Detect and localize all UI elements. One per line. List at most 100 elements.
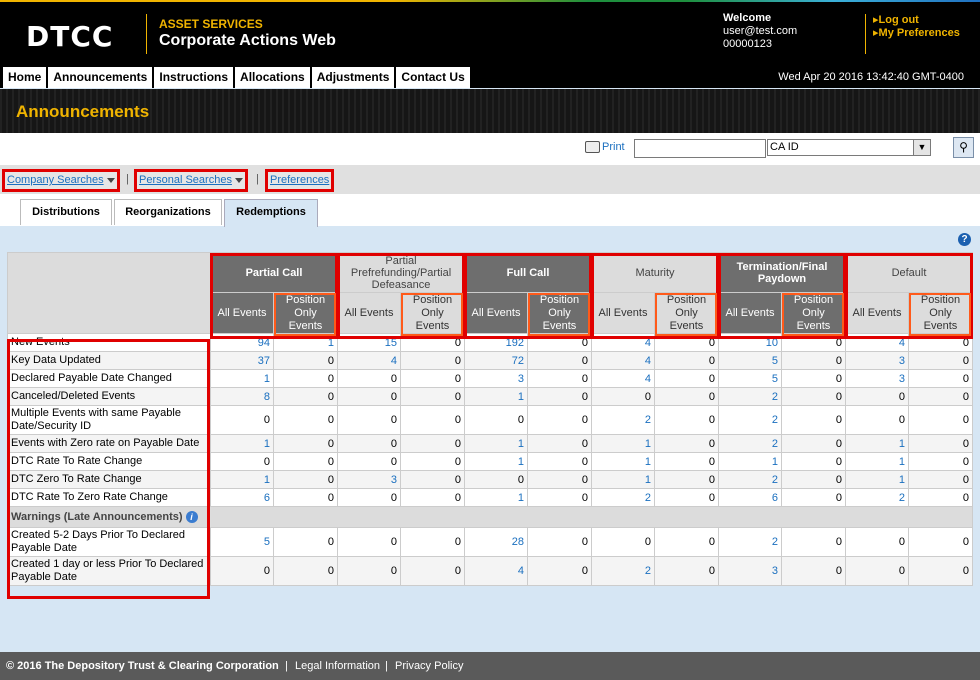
count-cell: 0 xyxy=(781,434,846,453)
count-link[interactable]: 2 xyxy=(845,488,909,507)
table-row: DTC Rate To Rate Change 0 0 0 0 1 0 1 0 1 0 1 0 xyxy=(7,452,973,471)
count-cell: 0 xyxy=(781,333,846,352)
count-cell: 0 xyxy=(908,488,973,507)
count-link[interactable]: 2 xyxy=(718,405,782,435)
user-links: Log out My Preferences xyxy=(873,14,960,40)
count-link[interactable]: 5 xyxy=(718,351,782,370)
count-link[interactable]: 2 xyxy=(718,387,782,406)
count-link[interactable]: 15 xyxy=(337,333,401,352)
group-header: Partial Prefrefunding/Partial Defeasance xyxy=(337,252,465,293)
count-link[interactable]: 6 xyxy=(210,488,274,507)
count-link[interactable]: 3 xyxy=(464,369,528,388)
count-link[interactable]: 1 xyxy=(464,452,528,471)
count-link[interactable]: 1 xyxy=(718,452,782,471)
count-link[interactable]: 1 xyxy=(273,333,338,352)
count-link[interactable]: 4 xyxy=(591,369,655,388)
count-link[interactable]: 4 xyxy=(845,333,909,352)
count-link[interactable]: 1 xyxy=(591,452,655,471)
count-cell: 0 xyxy=(781,527,846,557)
count-link[interactable]: 4 xyxy=(591,351,655,370)
count-link[interactable]: 1 xyxy=(464,434,528,453)
count-link[interactable]: 3 xyxy=(845,351,909,370)
count-cell: 0 xyxy=(845,556,909,586)
count-cell: 0 xyxy=(527,470,592,489)
count-link[interactable]: 3 xyxy=(337,470,401,489)
count-link[interactable]: 28 xyxy=(464,527,528,557)
count-link[interactable]: 37 xyxy=(210,351,274,370)
count-link[interactable]: 1 xyxy=(845,470,909,489)
logout-link[interactable]: Log out xyxy=(873,14,960,27)
nav-home[interactable]: Home xyxy=(3,67,47,88)
nav-contact-us[interactable]: Contact Us xyxy=(396,67,470,88)
subheader-position-only-events: Position Only Events xyxy=(781,292,846,334)
count-link[interactable]: 1 xyxy=(845,452,909,471)
count-link[interactable]: 6 xyxy=(718,488,782,507)
legal-information-link[interactable]: Legal Information xyxy=(295,652,380,680)
search-links-row: Company Searches | Personal Searches | P… xyxy=(0,165,980,194)
count-link[interactable]: 2 xyxy=(591,488,655,507)
tab-reorganizations[interactable]: Reorganizations xyxy=(114,199,222,225)
count-link[interactable]: 8 xyxy=(210,387,274,406)
caret-down-icon xyxy=(106,177,115,183)
table-row: Canceled/Deleted Events 8 0 0 0 1 0 0 0 2 0 0 0 xyxy=(7,387,973,406)
count-link[interactable]: 1 xyxy=(845,434,909,453)
row-label: New Events xyxy=(7,333,211,352)
search-type-select[interactable]: CA ID ▼ xyxy=(767,139,931,156)
my-preferences-link[interactable]: My Preferences xyxy=(873,27,960,40)
count-cell: 0 xyxy=(400,333,465,352)
personal-searches-menu[interactable]: Personal Searches xyxy=(134,169,248,192)
row-label: Created 1 day or less Prior To Declared … xyxy=(7,556,211,586)
preferences-link[interactable]: Preferences xyxy=(265,169,335,192)
count-cell: 0 xyxy=(908,434,973,453)
privacy-policy-link[interactable]: Privacy Policy xyxy=(395,652,463,680)
row-label: DTC Rate To Zero Rate Change xyxy=(7,488,211,507)
count-link[interactable]: 3 xyxy=(718,556,782,586)
chevron-down-icon[interactable]: ▼ xyxy=(913,140,930,155)
app-title: Corporate Actions Web xyxy=(159,32,336,49)
count-link[interactable]: 4 xyxy=(337,351,401,370)
count-link[interactable]: 4 xyxy=(591,333,655,352)
nav-adjustments[interactable]: Adjustments xyxy=(311,67,395,88)
table-row: Declared Payable Date Changed 1 0 0 0 3 0 4 0 5 0 3… xyxy=(7,369,973,388)
count-link[interactable]: 5 xyxy=(718,369,782,388)
tab-redemptions[interactable]: Redemptions xyxy=(224,199,318,227)
count-link[interactable]: 2 xyxy=(591,556,655,586)
count-link[interactable]: 3 xyxy=(845,369,909,388)
tab-distributions[interactable]: Distributions xyxy=(20,199,112,225)
count-link[interactable]: 2 xyxy=(718,434,782,453)
info-icon[interactable]: i xyxy=(185,511,198,524)
count-cell: 0 xyxy=(908,556,973,586)
count-link[interactable]: 1 xyxy=(210,470,274,489)
search-input[interactable] xyxy=(634,139,766,158)
count-link[interactable]: 2 xyxy=(718,527,782,557)
count-link[interactable]: 72 xyxy=(464,351,528,370)
company-searches-menu[interactable]: Company Searches xyxy=(2,169,120,192)
count-link[interactable]: 1 xyxy=(210,369,274,388)
count-link[interactable]: 1 xyxy=(464,387,528,406)
count-cell: 0 xyxy=(273,527,338,557)
count-link[interactable]: 192 xyxy=(464,333,528,352)
count-link[interactable]: 2 xyxy=(718,470,782,489)
separator: | xyxy=(256,173,259,185)
search-button[interactable]: ⚲ xyxy=(953,137,974,158)
count-cell: 0 xyxy=(527,488,592,507)
magnifier-icon: ⚲ xyxy=(959,140,968,154)
row-label: Declared Payable Date Changed xyxy=(7,369,211,388)
nav-announcements[interactable]: Announcements xyxy=(48,67,153,88)
count-cell: 0 xyxy=(781,387,846,406)
help-icon[interactable]: ? xyxy=(958,233,971,246)
count-cell: 0 xyxy=(527,351,592,370)
count-link[interactable]: 5 xyxy=(210,527,274,557)
count-link[interactable]: 10 xyxy=(718,333,782,352)
nav-instructions[interactable]: Instructions xyxy=(154,67,234,88)
count-link[interactable]: 1 xyxy=(210,434,274,453)
count-link[interactable]: 1 xyxy=(464,488,528,507)
nav-allocations[interactable]: Allocations xyxy=(235,67,310,88)
print-button[interactable]: Print xyxy=(585,141,625,154)
announcements-grid: Partial Call Partial Prefrefunding/Parti… xyxy=(7,252,973,586)
count-link[interactable]: 4 xyxy=(464,556,528,586)
count-link[interactable]: 2 xyxy=(591,405,655,435)
count-link[interactable]: 94 xyxy=(210,333,274,352)
count-link[interactable]: 1 xyxy=(591,470,655,489)
count-link[interactable]: 1 xyxy=(591,434,655,453)
